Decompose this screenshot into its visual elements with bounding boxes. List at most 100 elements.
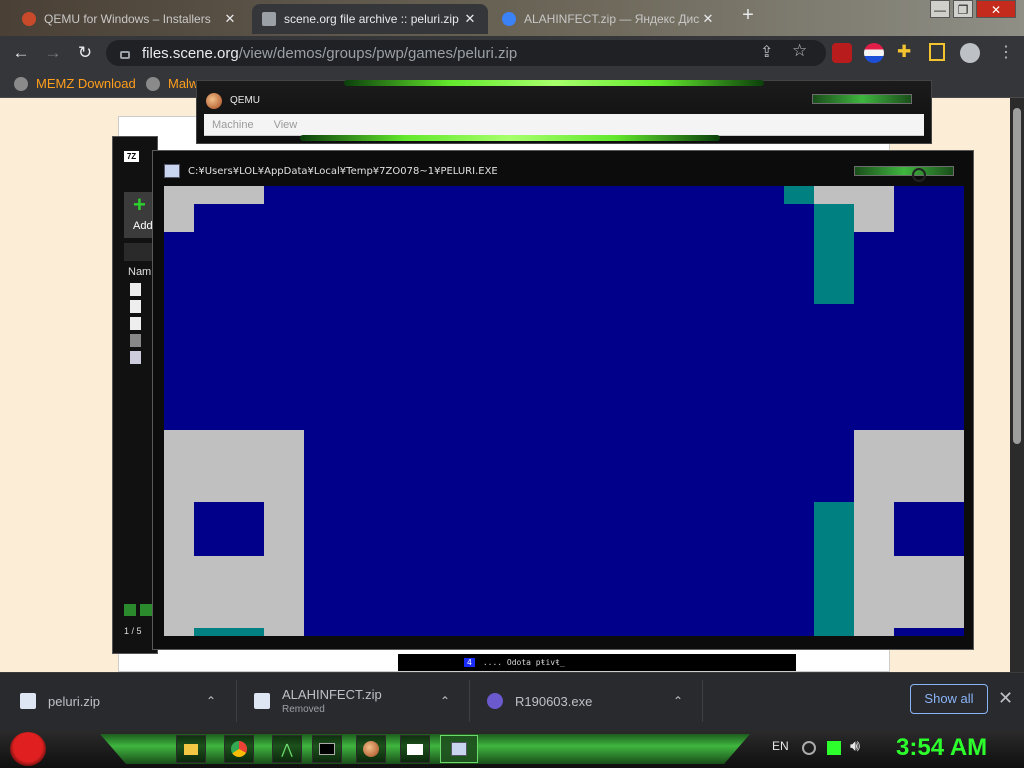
- menu-kebab-icon[interactable]: ⋮: [998, 42, 1014, 62]
- file-icon[interactable]: [130, 300, 141, 313]
- tray-app-icon[interactable]: [802, 741, 816, 755]
- download-name: R190603.exe: [515, 693, 593, 709]
- add-plus-icon: +: [133, 192, 146, 217]
- chevron-up-icon: ⌃: [673, 694, 684, 708]
- maximize-button[interactable]: ❐: [953, 0, 973, 18]
- divider: [469, 680, 470, 722]
- game-screen[interactable]: [164, 186, 964, 636]
- status-number: 4: [464, 658, 475, 667]
- close-window-button[interactable]: ✕: [976, 0, 1016, 18]
- window-hole: [194, 502, 264, 556]
- file-icon[interactable]: [130, 334, 141, 347]
- download-item-peluri[interactable]: peluri.zip: [20, 672, 220, 730]
- scene-org-favicon-icon: [262, 12, 276, 26]
- close-tab-icon[interactable]: ✕: [700, 11, 716, 27]
- scrollbar-thumb[interactable]: [1013, 108, 1021, 444]
- file-icon[interactable]: [130, 351, 141, 364]
- water-block: [814, 502, 854, 636]
- file-icon[interactable]: [130, 317, 141, 330]
- bookmark-malw[interactable]: Malw: [146, 76, 198, 91]
- volume-icon[interactable]: 🔊︎: [850, 738, 860, 756]
- qemu-window-controls[interactable]: [812, 94, 912, 104]
- dos-window-icon: [164, 164, 180, 178]
- status-text: .... Odota pŧivŧ_: [482, 658, 565, 667]
- folder-up-icon[interactable]: [124, 243, 154, 261]
- taskbar-7zip[interactable]: [400, 735, 430, 763]
- chevron-up-icon: ⌃: [440, 694, 451, 708]
- taskbar-file-explorer[interactable]: [176, 735, 206, 763]
- close-shelf-icon[interactable]: ✕: [998, 688, 1013, 709]
- download-status: Removed: [282, 704, 325, 715]
- vpn-extension-icon[interactable]: [864, 43, 884, 63]
- minimize-button[interactable]: —: [930, 0, 950, 18]
- sevenzip-app-badge: 7Z: [124, 151, 139, 162]
- download-name: peluri.zip: [48, 693, 101, 709]
- divider: [702, 680, 703, 722]
- url-path: /view/demos/groups/pwp/games/peluri.zip: [238, 44, 518, 62]
- zip-file-icon: [254, 693, 270, 709]
- wall-block: [814, 186, 894, 204]
- download-item-r190603[interactable]: R190603.exe: [487, 672, 667, 730]
- taskbar-chrome[interactable]: [224, 735, 254, 763]
- ublock-extension-icon[interactable]: [832, 43, 852, 63]
- task-icon: ⋀: [281, 740, 293, 757]
- taskbar-peluri[interactable]: [440, 735, 478, 763]
- menu-view[interactable]: View: [274, 119, 298, 131]
- sevenzip-status: 1 / 5: [124, 626, 142, 636]
- tab-qemu-installers[interactable]: QEMU for Windows – Installers ✕: [12, 4, 248, 34]
- download-chevron-icon[interactable]: ⌃: [440, 672, 450, 730]
- download-chevron-icon[interactable]: ⌃: [673, 672, 683, 730]
- file-icon[interactable]: [130, 283, 141, 296]
- add-label: Add: [133, 220, 153, 232]
- peluri-window-controls[interactable]: [854, 166, 954, 176]
- new-tab-button[interactable]: +: [738, 5, 758, 26]
- extensions-puzzle-icon[interactable]: ✚: [897, 42, 911, 62]
- side-panel-icon[interactable]: [929, 43, 945, 61]
- bookmark-label: MEMZ Download: [36, 76, 136, 91]
- water-block: [784, 186, 814, 204]
- tab-title: scene.org file archive :: peluri.zip: [284, 12, 459, 26]
- name-column-header[interactable]: Nam: [128, 266, 151, 278]
- close-tab-icon[interactable]: ✕: [222, 11, 238, 27]
- language-indicator[interactable]: EN: [772, 739, 789, 753]
- reload-icon[interactable]: ↻: [74, 42, 96, 64]
- close-tab-icon[interactable]: ✕: [462, 11, 478, 27]
- cmd-icon: [319, 743, 335, 755]
- start-button-icon[interactable]: [10, 732, 46, 766]
- battery-icon[interactable]: [827, 741, 841, 755]
- water-block: [814, 204, 854, 304]
- wall-block: [854, 204, 894, 232]
- share-icon[interactable]: ⇪: [760, 42, 773, 62]
- tab-title: QEMU for Windows – Installers: [44, 12, 211, 26]
- download-item-alahinfect[interactable]: ALAHINFECT.zip Removed: [254, 672, 434, 730]
- bookmark-memz[interactable]: MEMZ Download: [14, 76, 136, 91]
- taskbar-cmd[interactable]: [312, 735, 342, 763]
- address-bar[interactable]: files.scene.org/view/demos/groups/pwp/ga…: [106, 40, 826, 66]
- cursor-busy-icon: [912, 168, 926, 182]
- exe-file-icon: [487, 693, 503, 709]
- taskbar-qemu[interactable]: [356, 735, 386, 763]
- wall-block: [164, 204, 194, 232]
- forward-arrow-icon[interactable]: →: [42, 42, 64, 64]
- water-block: [194, 628, 264, 636]
- tab-yandex-disk[interactable]: ALAHINFECT.zip — Яндекс Диск ✕: [492, 4, 726, 34]
- window-hole: [894, 502, 964, 556]
- globe-icon: [146, 76, 160, 91]
- window-hole: [894, 628, 964, 636]
- taskbar-clock[interactable]: 3:54 AM: [896, 734, 987, 762]
- qemu-logo-icon: [206, 93, 222, 109]
- chevron-up-icon: ⌃: [206, 694, 217, 708]
- profile-avatar-icon[interactable]: [960, 43, 980, 63]
- nav-icon[interactable]: [124, 604, 136, 616]
- tab-scene-org[interactable]: scene.org file archive :: peluri.zip ✕: [252, 4, 488, 34]
- divider: [236, 680, 237, 722]
- download-name: ALAHINFECT.zip: [282, 687, 382, 702]
- taskbar-task[interactable]: ⋀: [272, 735, 302, 763]
- back-arrow-icon[interactable]: ←: [10, 42, 32, 64]
- bookmark-star-icon[interactable]: ☆: [792, 41, 807, 61]
- lock-icon: [120, 51, 130, 59]
- show-all-button[interactable]: Show all: [910, 684, 988, 714]
- download-chevron-icon[interactable]: ⌃: [206, 672, 216, 730]
- nav-icon[interactable]: [140, 604, 152, 616]
- menu-machine[interactable]: Machine: [212, 119, 254, 131]
